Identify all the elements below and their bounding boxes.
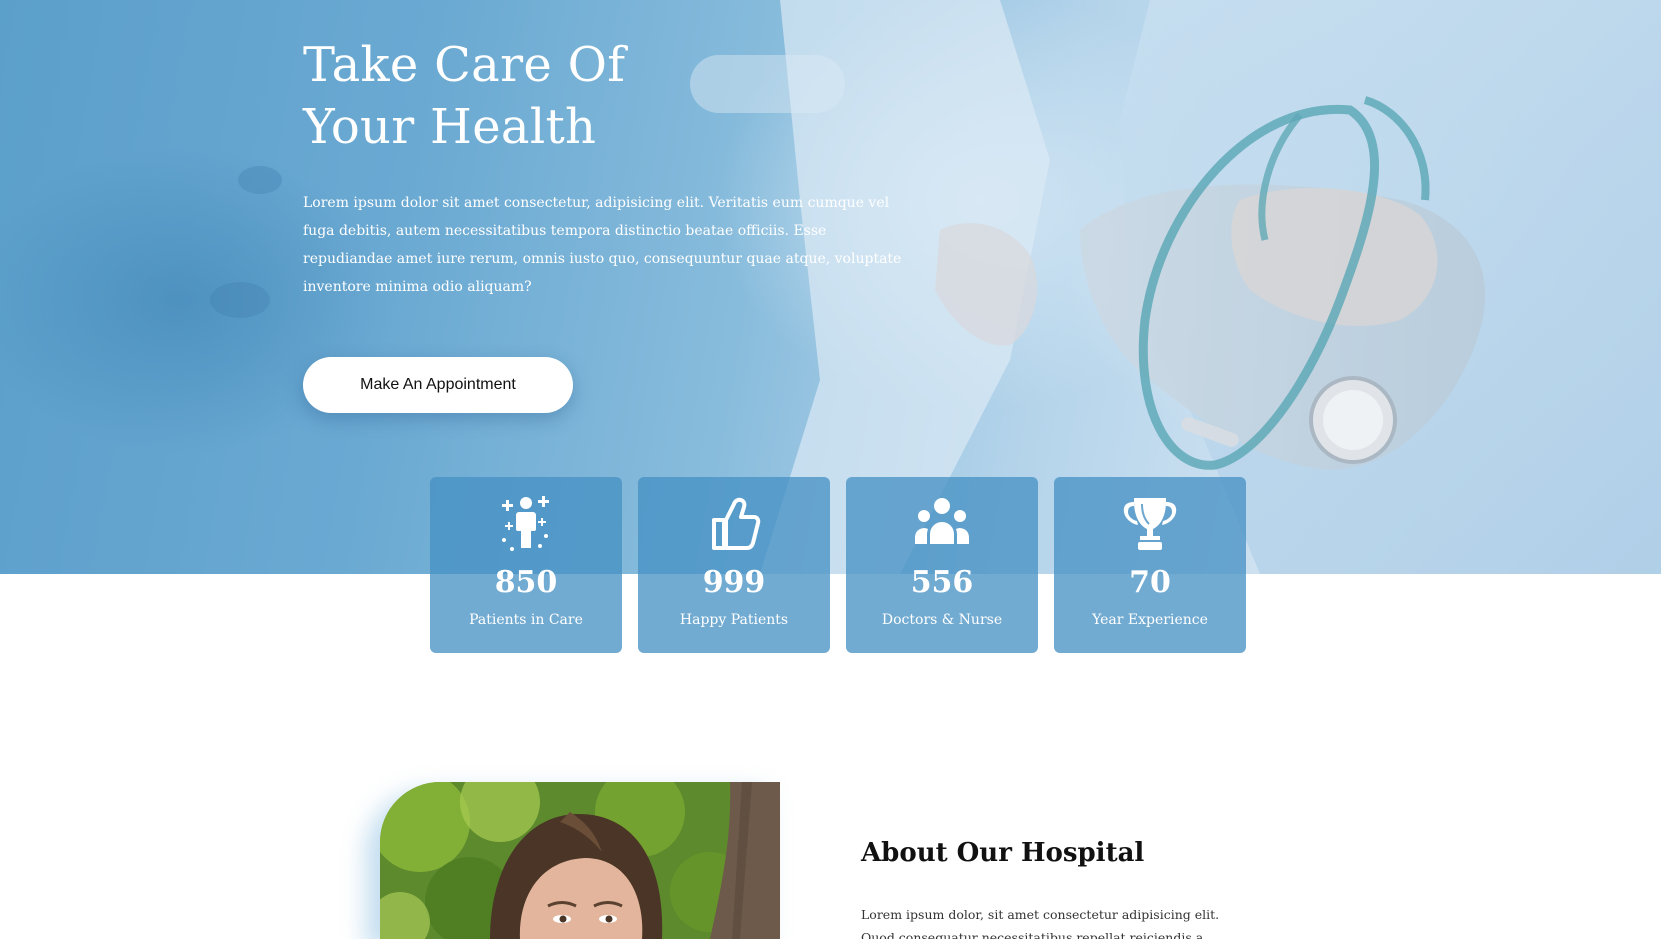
about-doctor-photo bbox=[380, 782, 780, 939]
stat-value: 70 bbox=[1129, 565, 1171, 600]
trophy-icon bbox=[1123, 498, 1177, 550]
stat-card-doctors-nurse: 556 Doctors & Nurse bbox=[846, 477, 1038, 653]
stat-card-patients-in-care: 850 Patients in Care bbox=[430, 477, 622, 653]
stat-label: Year Experience bbox=[1092, 612, 1208, 628]
thumbs-up-icon bbox=[712, 497, 761, 550]
hero-description: Lorem ipsum dolor sit amet consectetur, … bbox=[303, 195, 902, 295]
make-appointment-button[interactable]: Make An Appointment bbox=[303, 357, 573, 413]
stat-value: 999 bbox=[702, 565, 766, 600]
stat-label: Doctors & Nurse bbox=[881, 612, 1003, 628]
stat-label: Patients in Care bbox=[469, 612, 583, 628]
hero-banner: Take Care Of Your Health Lorem ipsum dol… bbox=[0, 0, 1661, 574]
stat-card-happy-patients: 999 Happy Patients bbox=[638, 477, 830, 653]
doctor-portrait-image bbox=[380, 782, 780, 939]
about-description: Lorem ipsum dolor, sit amet consectetur … bbox=[861, 907, 1220, 939]
stat-value: 850 bbox=[494, 565, 558, 600]
stat-card-year-experience: 70 Year Experience bbox=[1054, 477, 1246, 653]
hero-title-line-1: Take Care Of bbox=[303, 37, 626, 93]
hero-title-line-2: Your Health bbox=[303, 99, 597, 155]
stat-label: Happy Patients bbox=[679, 612, 789, 628]
stat-value: 556 bbox=[910, 565, 974, 600]
hero-title: Take Care Of Your Health bbox=[303, 34, 823, 158]
people-group-icon bbox=[915, 498, 969, 544]
about-title: About Our Hospital bbox=[861, 838, 1145, 868]
patient-icon bbox=[502, 496, 549, 551]
